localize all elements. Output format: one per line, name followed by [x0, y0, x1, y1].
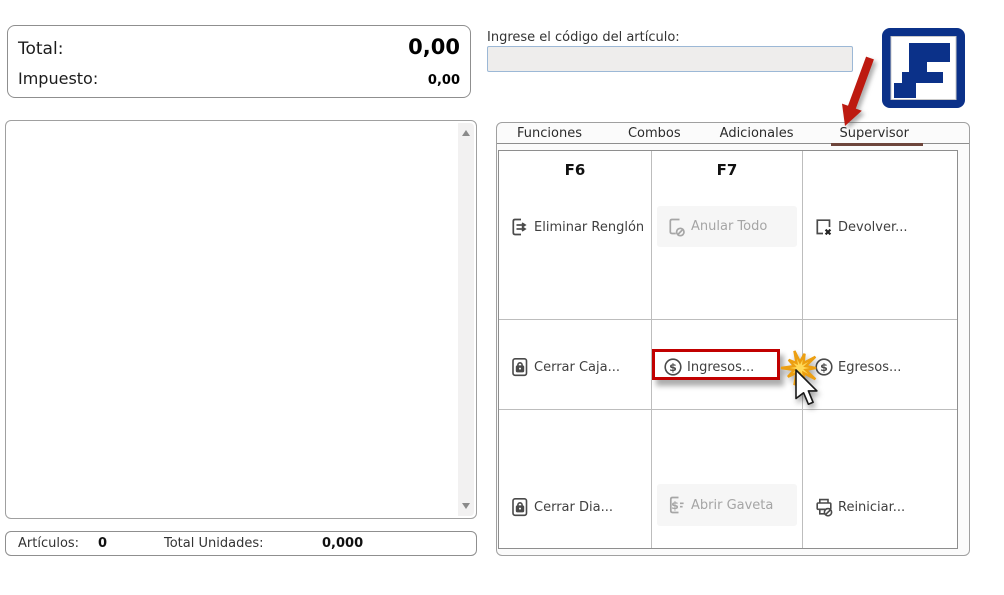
button-label: Egresos...: [838, 359, 902, 375]
articles-value: 0: [98, 536, 108, 551]
tab-combos[interactable]: Combos: [624, 124, 685, 143]
grid-cell: $ Ingresos...: [652, 320, 803, 410]
ingresos-button[interactable]: $ Ingresos...: [662, 356, 754, 378]
grid-cell: F7 Anular Todo: [652, 151, 803, 320]
cancel-document-icon: [669, 218, 685, 237]
grid-cell: $ Abrir Gaveta: [652, 410, 803, 548]
grid-cell: Cerrar Caja...: [499, 320, 652, 410]
articles-label: Artículos:: [18, 536, 80, 551]
grid-cell: Devolver...: [803, 151, 957, 320]
tab-strip: Funciones Combos Adicionales Supervisor: [497, 123, 969, 146]
button-label: Cerrar Dia...: [534, 499, 613, 515]
dollar-circle-icon: $: [815, 358, 833, 376]
function-button-grid: F6 Eliminar Renglón F7 Anular Todo Devol…: [498, 150, 958, 549]
fkey-header-f6: F6: [564, 161, 586, 179]
article-code-label: Ingrese el código del artículo:: [487, 30, 680, 45]
cerrar-dia-button[interactable]: Cerrar Dia...: [509, 496, 613, 518]
grid-cell: F6 Eliminar Renglón: [499, 151, 652, 320]
cerrar-caja-button[interactable]: Cerrar Caja...: [509, 356, 620, 378]
grid-cell: $ Egresos...: [803, 320, 957, 410]
tax-label: Impuesto:: [18, 69, 99, 88]
lock-icon: [512, 497, 528, 517]
anular-todo-button: Anular Todo: [657, 206, 797, 247]
printer-cancel-icon: [816, 498, 833, 517]
svg-text:$: $: [820, 361, 828, 374]
tab-funciones[interactable]: Funciones: [513, 124, 586, 143]
vertical-scrollbar[interactable]: [458, 123, 474, 516]
dollar-circle-icon: $: [664, 358, 682, 376]
fkey-header-f7: F7: [716, 161, 738, 179]
return-document-icon: [816, 219, 832, 236]
abrir-gaveta-button: $ Abrir Gaveta: [657, 484, 797, 526]
reiniciar-button[interactable]: Reiniciar...: [813, 496, 905, 518]
svg-text:$: $: [669, 361, 677, 374]
fkey-header-empty: [803, 151, 957, 181]
button-label: Anular Todo: [691, 219, 768, 234]
button-label: Reiniciar...: [838, 499, 906, 515]
svg-text:$: $: [671, 499, 679, 512]
tab-adicionales[interactable]: Adicionales: [716, 124, 798, 143]
article-code-input[interactable]: [487, 46, 853, 72]
grid-cell: Reiniciar...: [803, 410, 957, 548]
status-bar: Artículos: 0 Total Unidades: 0,000: [5, 531, 477, 556]
total-value: 0,00: [408, 35, 460, 59]
grid-cell: Cerrar Dia...: [499, 410, 652, 548]
egresos-button[interactable]: $ Egresos...: [813, 356, 901, 378]
function-panel: Funciones Combos Adicionales Supervisor …: [496, 122, 970, 556]
cash-drawer-icon: $: [669, 496, 684, 514]
sale-items-list: [5, 120, 477, 519]
eliminar-renglon-button[interactable]: Eliminar Renglón: [509, 216, 644, 238]
devolver-button[interactable]: Devolver...: [813, 216, 908, 238]
total-units-value: 0,000: [322, 536, 364, 551]
button-label: Cerrar Caja...: [534, 359, 620, 375]
tax-value: 0,00: [427, 73, 460, 88]
total-units-label: Total Unidades:: [164, 536, 264, 551]
total-label: Total:: [18, 39, 64, 59]
button-label: Ingresos...: [687, 359, 755, 375]
button-label: Devolver...: [838, 219, 908, 235]
scroll-up-icon[interactable]: [458, 125, 474, 141]
totals-box: Total: 0,00 Impuesto: 0,00: [7, 25, 471, 98]
delete-row-icon: [512, 218, 527, 236]
button-label: Abrir Gaveta: [691, 497, 774, 513]
f-block-logo-icon: [882, 28, 965, 108]
tab-supervisor[interactable]: Supervisor: [830, 124, 924, 146]
lock-icon: [512, 357, 528, 377]
scroll-down-icon[interactable]: [458, 498, 474, 514]
button-label: Eliminar Renglón: [534, 219, 645, 235]
